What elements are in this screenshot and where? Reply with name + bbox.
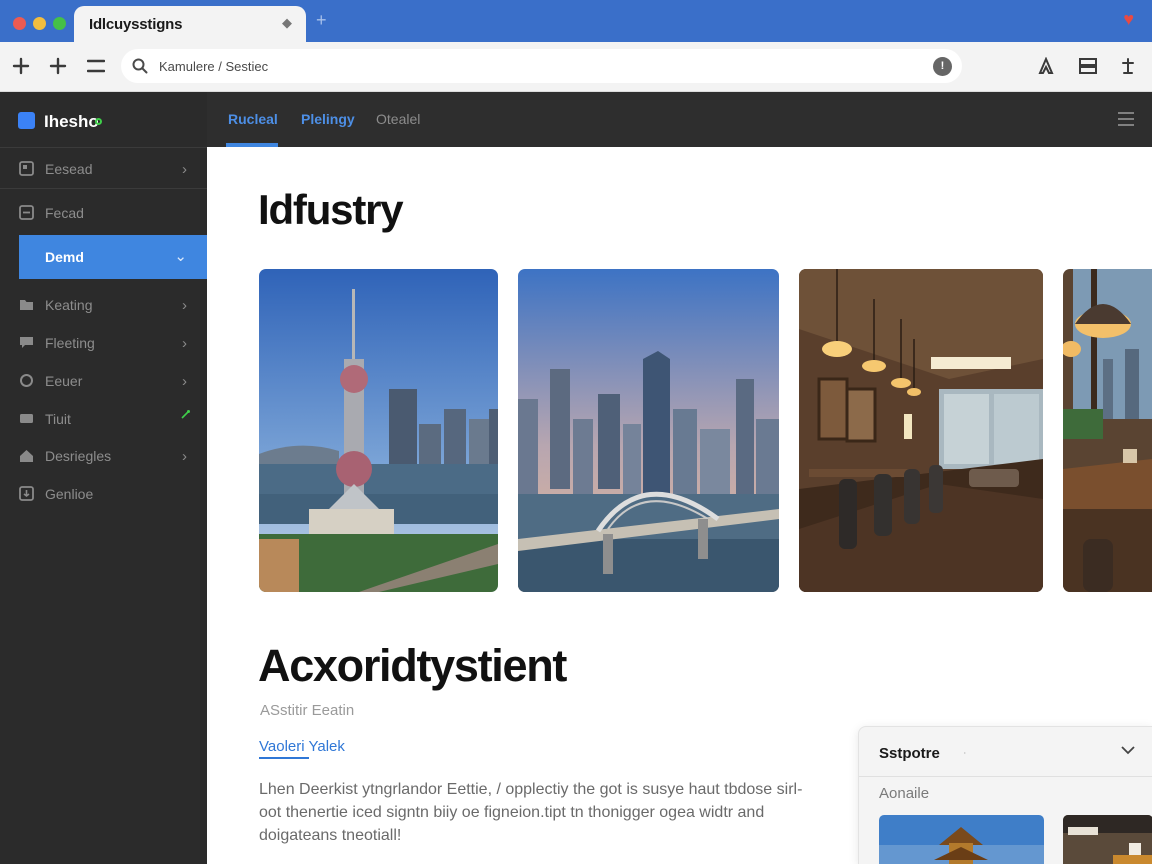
tab-plelingy[interactable]: Plelingy	[301, 111, 355, 127]
chevron-right-icon: ›	[182, 297, 187, 314]
sidebar-item-label: Desriegles	[45, 448, 112, 464]
circle-icon	[20, 374, 33, 387]
plus-icon[interactable]	[7, 52, 35, 80]
document-icon	[19, 161, 34, 176]
tab-close-icon[interactable]: ◆	[282, 15, 292, 31]
photo-restaurant-image	[799, 269, 1043, 592]
pagoda-thumbnail	[879, 815, 1044, 864]
trend-up-icon	[181, 410, 190, 419]
panel-thumb-room[interactable]	[1063, 815, 1152, 864]
close-window-button[interactable]	[13, 17, 26, 30]
search-icon	[132, 58, 148, 74]
menu-icon[interactable]	[82, 52, 110, 80]
sidebar-item-label: Eesead	[45, 161, 93, 177]
brand-name: Ihesho	[44, 112, 99, 131]
sidebar-item-eeuer[interactable]: Eeuer ›	[0, 362, 207, 400]
sidebar-item-genlioe[interactable]: Genlioe	[0, 475, 207, 513]
section-subtitle: ASstitir Eeatin	[260, 702, 355, 719]
panel-dot: ‧	[963, 748, 967, 760]
new-tab-button[interactable]: +	[316, 10, 327, 31]
chevron-down-icon[interactable]	[1121, 745, 1135, 755]
support-panel: Sstpotre ‧ Aonaile	[858, 726, 1152, 864]
sidebar-item-label: Keating	[45, 297, 93, 313]
photo-card-bridge[interactable]	[518, 269, 779, 592]
address-bar[interactable]: Kamulere / Sestiec !	[121, 49, 962, 83]
section-link[interactable]: Vaoleri Yalek	[259, 738, 345, 755]
folder-icon	[20, 300, 33, 310]
panel-label: Aonaile	[879, 785, 930, 802]
window-icon[interactable]	[1074, 52, 1102, 80]
sidebar-item-label: Tiuit	[45, 411, 71, 427]
add-icon[interactable]	[44, 52, 72, 80]
sidebar-item-fecad[interactable]: Fecad	[0, 194, 207, 232]
panel-header[interactable]: Sstpotre ‧	[859, 727, 1152, 777]
photo-card-tower[interactable]	[259, 269, 498, 592]
photo-tower-image	[259, 269, 498, 592]
tab-otealel[interactable]: Otealel	[376, 111, 420, 127]
photo-card-cafe[interactable]	[1063, 269, 1152, 592]
room-thumbnail	[1063, 815, 1152, 864]
minimize-window-button[interactable]	[33, 17, 46, 30]
browser-tab-bar: Idlcuysstigns ◆ + ♥	[0, 0, 1152, 42]
hamburger-menu-icon[interactable]	[1118, 112, 1134, 126]
home-icon	[20, 450, 33, 462]
link-underline	[259, 757, 309, 759]
browser-toolbar: Kamulere / Sestiec !	[0, 42, 1152, 92]
chevron-right-icon: ›	[182, 161, 187, 178]
chevron-down-icon: ⌄	[174, 248, 187, 265]
card-icon	[20, 414, 33, 423]
section-paragraph: Lhen Deerkist ytngrlandor Eettie, / oppl…	[259, 781, 803, 844]
address-bar-text: Kamulere / Sestiec	[159, 59, 269, 74]
active-tab-indicator	[226, 143, 278, 147]
browser-tab-title: Idlcuysstigns	[89, 16, 183, 33]
photo-bridge-image	[518, 269, 779, 592]
chevron-right-icon: ›	[182, 448, 187, 465]
sidebar-item-keating[interactable]: Keating ›	[0, 286, 207, 324]
sidebar-item-label: Fleeting	[45, 335, 95, 351]
browser-tab[interactable]: Idlcuysstigns ◆	[74, 6, 306, 42]
tab-rucleal[interactable]: Rucleal	[228, 111, 278, 127]
photo-card-restaurant[interactable]	[799, 269, 1043, 592]
sidebar-item-eesead[interactable]: Eesead ›	[0, 150, 207, 188]
sidebar-item-label: Demd	[45, 249, 84, 265]
sidebar-item-desriegles[interactable]: Desriegles ›	[0, 437, 207, 475]
section-title: Acxoridtystient	[258, 640, 567, 691]
page-title: Idfustry	[258, 186, 404, 233]
photo-cafe-image	[1063, 269, 1152, 592]
heart-icon[interactable]: ♥	[1123, 9, 1134, 30]
chat-icon	[20, 337, 33, 348]
status-dot-icon	[95, 118, 102, 125]
sidebar-item-label: Genlioe	[45, 486, 94, 502]
sidebar-item-label: Fecad	[45, 205, 84, 221]
sidebar-item-tiuit[interactable]: Tiuit	[0, 400, 207, 438]
settings-icon[interactable]	[1114, 52, 1142, 80]
download-icon	[19, 486, 34, 501]
sidebar-item-label: Eeuer	[45, 373, 83, 389]
site-info-icon[interactable]: !	[933, 57, 952, 76]
brand-logo-icon	[18, 112, 35, 129]
sidebar-item-fleeting[interactable]: Fleeting ›	[0, 324, 207, 362]
chevron-right-icon: ›	[182, 335, 187, 352]
extensions-icon[interactable]	[1032, 52, 1060, 80]
sidebar: Ihesho Eesead › Fecad Demd ⌄ Keating › F…	[0, 92, 207, 864]
panel-thumb-pagoda[interactable]	[879, 815, 1044, 864]
maximize-window-button[interactable]	[53, 17, 66, 30]
panel-title: Sstpotre	[879, 745, 940, 762]
list-icon	[19, 205, 34, 220]
brand[interactable]: Ihesho	[0, 92, 207, 148]
main-header: Rucleal Plelingy Otealel	[207, 92, 1152, 147]
sidebar-divider	[0, 188, 207, 189]
chevron-right-icon: ›	[182, 373, 187, 390]
sidebar-item-demd[interactable]: Demd ⌄	[19, 235, 207, 279]
